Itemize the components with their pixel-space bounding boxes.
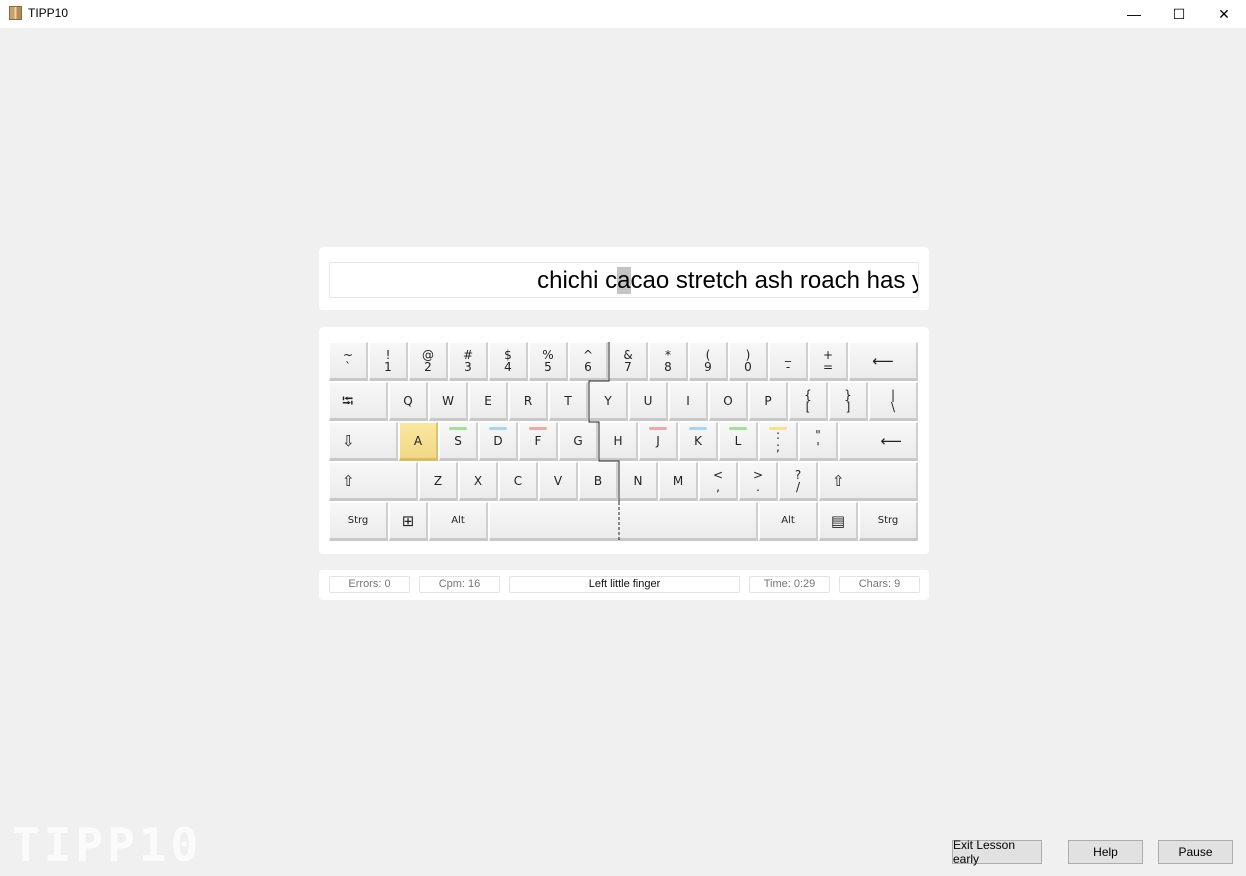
lesson-text-field: chichi cacao stretch ash roach has y: [329, 262, 919, 298]
errors-status: Errors: 0: [329, 576, 410, 593]
minimize-button[interactable]: —: [1111, 0, 1157, 28]
exit-lesson-button[interactable]: Exit Lesson early: [952, 838, 1042, 866]
maximize-button[interactable]: ☐: [1156, 0, 1202, 28]
help-button[interactable]: Help: [1068, 840, 1143, 864]
current-char: a: [617, 267, 631, 294]
finger-status: Left little finger: [509, 576, 740, 593]
time-status: Time: 0:29: [749, 576, 830, 593]
hand-divider: [588, 342, 620, 542]
cpm-status: Cpm: 16: [419, 576, 500, 593]
tipp10-logo: TIPP10: [12, 818, 203, 872]
title-bar: TIPP10 — ☐ ✕: [0, 0, 1246, 28]
app-icon: [9, 6, 22, 20]
window-title: TIPP10: [28, 6, 69, 20]
chars-status: Chars: 9: [839, 576, 920, 593]
status-panel: Errors: 0 Cpm: 16 Left little finger Tim…: [319, 570, 929, 600]
close-button[interactable]: ✕: [1201, 0, 1246, 28]
typed-text: chichi c: [537, 267, 618, 294]
text-panel: chichi cacao stretch ash roach has y: [319, 247, 929, 310]
upcoming-text: cao stretch ash roach has y: [630, 267, 919, 294]
pause-button[interactable]: Pause: [1158, 840, 1233, 864]
keyboard-panel: ~ `! 1 @2 #3 $4% 5 ^ 6 & 7 * 8(9) 0 _ - + = ⟵ ⭾ Q W E R T Y U I O P{[…: [319, 327, 929, 554]
lesson-text: chichi cacao stretch ash roach has y: [537, 266, 919, 296]
